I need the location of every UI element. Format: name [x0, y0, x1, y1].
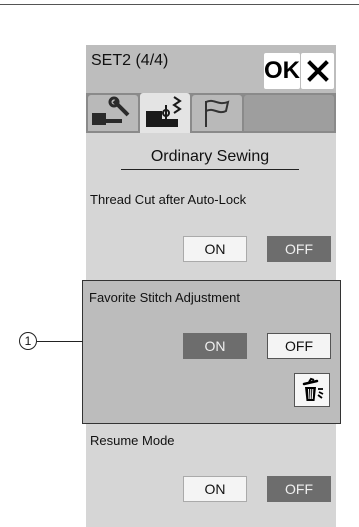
favorite-stitch-off-button[interactable]: OFF	[267, 333, 331, 359]
resume-mode-on-button[interactable]: ON	[183, 476, 247, 502]
ok-button[interactable]: OK	[264, 53, 300, 89]
trash-icon	[302, 377, 324, 401]
tab-language[interactable]	[192, 95, 242, 131]
close-icon	[306, 60, 329, 82]
callout-leader-line	[37, 341, 83, 342]
tab-settings[interactable]	[88, 95, 138, 131]
machine-needle-icon	[146, 96, 182, 127]
favorite-stitch-label: Favorite Stitch Adjustment	[89, 290, 241, 305]
tab-sewing[interactable]	[140, 93, 190, 133]
tab-empty	[244, 95, 334, 131]
favorite-stitch-on-button[interactable]: ON	[183, 333, 247, 359]
tab-bar	[86, 93, 336, 133]
resume-mode-label: Resume Mode	[90, 433, 175, 448]
callout-number: 1	[19, 332, 37, 350]
flag-icon	[205, 99, 230, 127]
wrench-machine-icon	[92, 96, 130, 125]
title-bar: SET2 (4/4) OK	[86, 45, 336, 93]
delete-favorite-button[interactable]	[294, 373, 330, 407]
resume-mode-off-button[interactable]: OFF	[267, 476, 331, 502]
close-button[interactable]	[301, 53, 334, 89]
top-rule	[0, 4, 359, 5]
window-title: SET2 (4/4)	[91, 52, 169, 69]
thread-cut-on-button[interactable]: ON	[183, 236, 247, 262]
thread-cut-label: Thread Cut after Auto-Lock	[90, 192, 247, 207]
thread-cut-off-button[interactable]: OFF	[267, 236, 331, 262]
section-title: Ordinary Sewing	[121, 148, 299, 170]
